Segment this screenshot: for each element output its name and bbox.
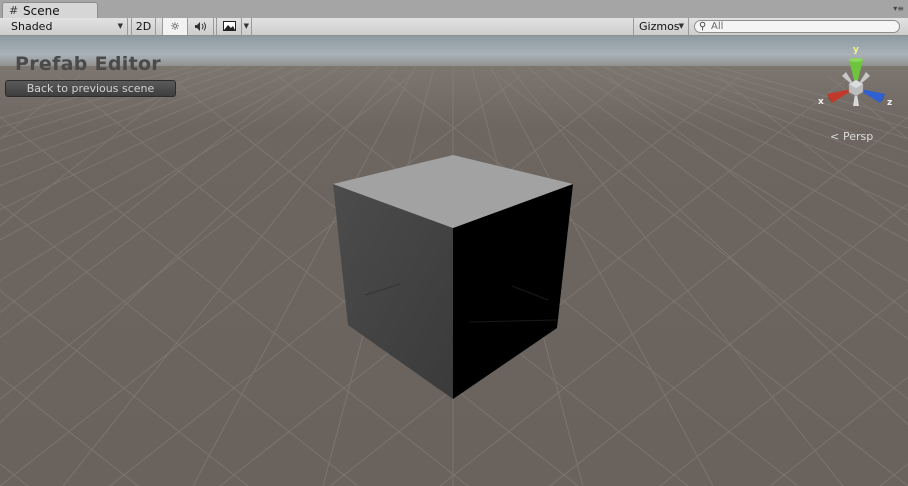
gizmo-x-label: x <box>818 97 824 107</box>
gizmos-label: Gizmos <box>639 20 680 33</box>
search-icon: ⚲ <box>699 21 707 32</box>
scene-effects-toggle[interactable] <box>216 18 242 35</box>
search-field[interactable]: ⚲ <box>694 20 900 33</box>
tab-scene[interactable]: # Scene <box>2 2 98 18</box>
dropdown-arrow-icon: ▼ <box>243 22 249 30</box>
grid-icon: # <box>9 4 19 17</box>
scene-audio-toggle[interactable] <box>188 18 214 35</box>
orientation-gizmo[interactable]: y x z <box>816 44 896 124</box>
projection-toggle[interactable]: < Persp <box>830 130 890 144</box>
dropdown-arrow-icon: ▼ <box>678 22 684 30</box>
panel-menu-icon[interactable]: ▾≡ <box>893 4 904 14</box>
image-icon <box>222 21 236 31</box>
gizmo-z-label: z <box>887 98 892 108</box>
dropdown-arrow-icon: ▼ <box>117 22 123 30</box>
tab-strip: # Scene ▾≡ <box>0 0 908 19</box>
scene-view-canvas[interactable] <box>0 36 908 486</box>
effects-dropdown[interactable]: ▼ <box>242 18 252 35</box>
scene-lighting-toggle[interactable]: ☼ <box>162 18 188 35</box>
chevron-left-icon: < <box>830 130 840 143</box>
tab-scene-label: Scene <box>23 4 60 18</box>
speaker-icon <box>194 22 206 31</box>
shading-mode-dropdown[interactable]: Shaded ▼ <box>0 18 128 35</box>
search-input[interactable] <box>711 21 891 32</box>
projection-label: Persp <box>843 130 874 143</box>
shading-mode-label: Shaded <box>11 20 53 33</box>
scene-toolbar: Shaded ▼ 2D ☼ ▼ Gizmos ▼ ⚲ <box>0 18 908 36</box>
gizmos-dropdown[interactable]: Gizmos ▼ <box>633 18 689 35</box>
scene-viewport[interactable]: Prefab Editor Back to previous scene y x… <box>0 36 908 486</box>
sun-icon: ☼ <box>170 20 180 33</box>
prefab-editor-title: Prefab Editor <box>15 53 161 75</box>
back-to-previous-scene-button[interactable]: Back to previous scene <box>5 80 176 97</box>
gizmo-y-label: y <box>853 45 859 55</box>
2d-mode-button[interactable]: 2D <box>131 18 156 35</box>
